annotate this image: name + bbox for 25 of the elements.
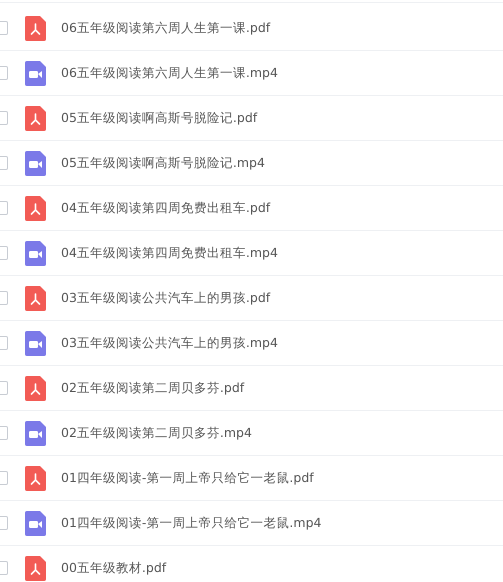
file-name[interactable]: 03五年级阅读公共汽车上的男孩.pdf <box>61 290 270 306</box>
pdf-file-icon <box>25 466 46 490</box>
video-file-icon <box>25 150 46 176</box>
pdf-file-icon <box>25 286 46 310</box>
file-name[interactable]: 06五年级阅读第六周人生第一课.mp4 <box>61 64 278 82</box>
file-name[interactable]: 04五年级阅读第四周免费出租车.mp4 <box>61 244 278 262</box>
file-name[interactable]: 03五年级阅读公共汽车上的男孩.mp4 <box>61 334 278 352</box>
file-name[interactable]: 02五年级阅读第二周贝多芬.pdf <box>61 380 244 396</box>
pdf-file-icon <box>25 196 46 220</box>
file-name[interactable]: 01四年级阅读-第一周上帝只给它一老鼠.mp4 <box>61 514 322 532</box>
video-file-icon <box>25 60 46 86</box>
video-file-icon <box>25 240 46 266</box>
file-name[interactable]: 06五年级阅读第六周人生第一课.pdf <box>61 20 270 36</box>
file-name[interactable]: 04五年级阅读第四周免费出租车.pdf <box>61 200 270 216</box>
video-file-icon <box>25 510 46 536</box>
video-file-icon <box>25 330 46 356</box>
file-name[interactable]: 05五年级阅读啊高斯号脱险记.pdf <box>61 110 258 126</box>
file-name[interactable]: 01四年级阅读-第一周上帝只给它一老鼠.pdf <box>61 470 314 486</box>
file-name[interactable]: 00五年级教材.pdf <box>61 560 166 576</box>
pdf-file-icon <box>25 106 46 130</box>
file-name[interactable]: 02五年级阅读第二周贝多芬.mp4 <box>61 424 252 442</box>
pdf-file-icon <box>25 16 46 40</box>
file-name[interactable]: 05五年级阅读啊高斯号脱险记.mp4 <box>61 154 265 172</box>
video-file-icon <box>25 420 46 446</box>
pdf-file-icon <box>25 376 46 400</box>
